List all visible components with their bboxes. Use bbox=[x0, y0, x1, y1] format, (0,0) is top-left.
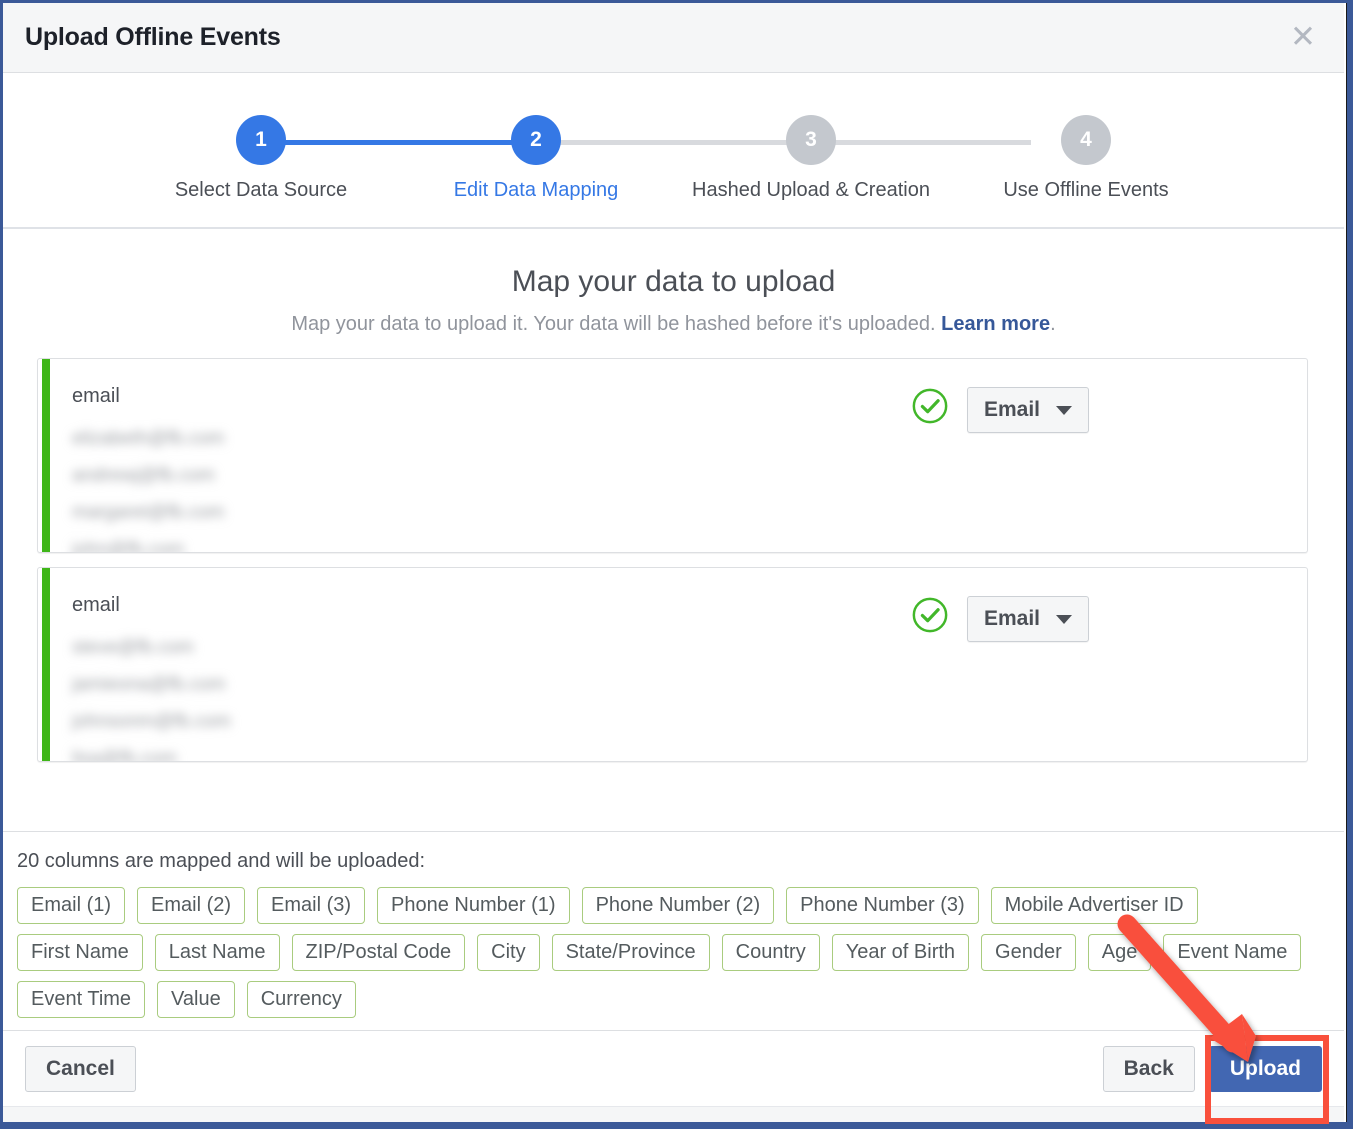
page-subtitle: Map your data to upload it. Your data wi… bbox=[3, 313, 1344, 336]
mapped-column-chip[interactable]: Event Time bbox=[17, 981, 146, 1018]
page-subtitle-text: Map your data to upload it. Your data wi… bbox=[291, 313, 942, 335]
browser-viewport: Upload Offline Events ✕ 1 Select Data So… bbox=[3, 3, 1347, 1122]
mapping-card-controls: Email bbox=[911, 594, 1285, 761]
chevron-down-icon bbox=[1056, 614, 1072, 624]
check-circle-icon bbox=[912, 597, 948, 633]
sample-value: margaret@fb.com bbox=[72, 502, 225, 523]
browser-window-frame: Upload Offline Events ✕ 1 Select Data So… bbox=[0, 0, 1353, 1129]
stepper-step-4: 4 Use Offline Events bbox=[949, 115, 1224, 227]
mapped-column-chip[interactable]: Phone Number (1) bbox=[377, 887, 570, 924]
mapping-card-list: email elizabeth@fb.com andrewj@fb.com ma… bbox=[3, 358, 1344, 762]
mapped-column-chip[interactable]: ZIP/Postal Code bbox=[291, 934, 466, 971]
check-circle-icon bbox=[912, 388, 948, 424]
stepper-step-3-label: Hashed Upload & Creation bbox=[692, 179, 930, 201]
sample-value: john@fb.com bbox=[72, 539, 185, 553]
stepper-connector-1-2 bbox=[272, 140, 525, 145]
close-icon[interactable]: ✕ bbox=[1288, 22, 1318, 53]
mapping-type-dropdown[interactable]: Email bbox=[966, 596, 1089, 642]
stepper-step-1-number: 1 bbox=[236, 115, 286, 165]
sample-value: lisa@fb.com bbox=[72, 748, 177, 762]
mapped-column-chip[interactable]: Currency bbox=[246, 981, 356, 1018]
mapped-columns-summary: 20 columns are mapped and will be upload… bbox=[3, 831, 1344, 1030]
mapped-column-chip[interactable]: Email (1) bbox=[17, 887, 126, 924]
stepper-track: 1 Select Data Source 2 Edit Data Mapping… bbox=[124, 115, 1224, 227]
mapped-column-chip[interactable]: Value bbox=[157, 981, 235, 1018]
mapping-card-preview: email steve@fb.com jamieona@fb.com johns… bbox=[72, 594, 231, 761]
sample-value: johnsonm@fb.com bbox=[72, 711, 231, 732]
mapping-card-column-name: email bbox=[72, 594, 120, 616]
mapped-column-chip[interactable]: Year of Birth bbox=[831, 934, 970, 971]
stepper-step-1[interactable]: 1 Select Data Source bbox=[124, 115, 399, 227]
cancel-button[interactable]: Cancel bbox=[25, 1045, 136, 1092]
upload-offline-events-dialog: Upload Offline Events ✕ 1 Select Data So… bbox=[3, 3, 1344, 1122]
dialog-header: Upload Offline Events ✕ bbox=[3, 3, 1344, 73]
mapped-columns-chip-list: Email (1) Email (2) Email (3) Phone Number … bbox=[17, 887, 1330, 1018]
mapped-column-chip[interactable]: City bbox=[477, 934, 540, 971]
stepper-connector-2-3 bbox=[525, 140, 778, 145]
learn-more-link[interactable]: Learn more bbox=[941, 313, 1050, 335]
stepper-step-2[interactable]: 2 Edit Data Mapping bbox=[399, 115, 674, 227]
sample-value: elizabeth@fb.com bbox=[72, 428, 225, 449]
mapping-card-column-name: email bbox=[72, 385, 120, 407]
mapped-column-chip[interactable]: Last Name bbox=[154, 934, 280, 971]
mapped-column-chip[interactable]: Country bbox=[721, 934, 820, 971]
dialog-title: Upload Offline Events bbox=[25, 23, 281, 51]
mapped-column-chip[interactable]: Age bbox=[1087, 934, 1152, 971]
mapping-card-preview: email elizabeth@fb.com andrewj@fb.com ma… bbox=[72, 385, 224, 552]
mapping-card[interactable]: email steve@fb.com jamieona@fb.com johns… bbox=[37, 567, 1308, 762]
stepper-step-1-label: Select Data Source bbox=[174, 179, 348, 201]
stepper-step-4-number: 4 bbox=[1061, 115, 1111, 165]
stepper-step-2-label: Edit Data Mapping bbox=[453, 179, 619, 201]
mapping-card[interactable]: email elizabeth@fb.com andrewj@fb.com ma… bbox=[37, 358, 1308, 553]
stepper-step-3: 3 Hashed Upload & Creation bbox=[674, 115, 949, 227]
mapped-column-chip[interactable]: First Name bbox=[17, 934, 143, 971]
mapping-type-value: Email bbox=[983, 398, 1040, 421]
wizard-stepper: 1 Select Data Source 2 Edit Data Mapping… bbox=[3, 73, 1344, 229]
mapped-column-chip[interactable]: Event Name bbox=[1163, 934, 1302, 971]
dialog-bottom-strip bbox=[3, 1106, 1344, 1122]
mapping-card-samples: elizabeth@fb.com andrewj@fb.com margaret… bbox=[72, 420, 225, 553]
page-title: Map your data to upload bbox=[511, 265, 836, 298]
mapped-column-chip[interactable]: Email (2) bbox=[137, 887, 246, 924]
mapping-type-value: Email bbox=[983, 607, 1040, 630]
mapping-scroll-area[interactable]: Map your data to upload Map your data to… bbox=[3, 229, 1344, 831]
mapped-column-chip[interactable]: Phone Number (3) bbox=[786, 887, 979, 924]
footer-primary-actions: Back Upload bbox=[1102, 1045, 1322, 1092]
mapped-column-chip[interactable]: Phone Number (2) bbox=[581, 887, 775, 924]
chevron-down-icon bbox=[1056, 405, 1072, 415]
stepper-step-2-number: 2 bbox=[511, 115, 561, 165]
upload-button[interactable]: Upload bbox=[1208, 1045, 1322, 1092]
back-button[interactable]: Back bbox=[1102, 1045, 1195, 1092]
mapped-column-chip[interactable]: State/Province bbox=[551, 934, 710, 971]
page-subtitle-period: . bbox=[1050, 313, 1056, 335]
sample-value: jamieona@fb.com bbox=[72, 674, 226, 695]
mapped-column-chip[interactable]: Email (3) bbox=[257, 887, 366, 924]
mapping-card-controls: Email bbox=[911, 385, 1285, 552]
stepper-step-3-number: 3 bbox=[786, 115, 836, 165]
mapping-card-samples: steve@fb.com jamieona@fb.com johnsonm@fb… bbox=[72, 629, 231, 762]
dialog-footer: Cancel Back Upload bbox=[3, 1030, 1344, 1106]
stepper-step-4-label: Use Offline Events bbox=[1003, 179, 1169, 201]
sample-value: andrewj@fb.com bbox=[72, 465, 215, 486]
mapped-column-chip[interactable]: Mobile Advertiser ID bbox=[990, 887, 1198, 924]
mapped-column-chip[interactable]: Gender bbox=[981, 934, 1076, 971]
sample-value: steve@fb.com bbox=[72, 637, 194, 658]
mapping-type-dropdown[interactable]: Email bbox=[966, 387, 1089, 433]
mapped-columns-count-text: 20 columns are mapped and will be upload… bbox=[17, 850, 426, 872]
